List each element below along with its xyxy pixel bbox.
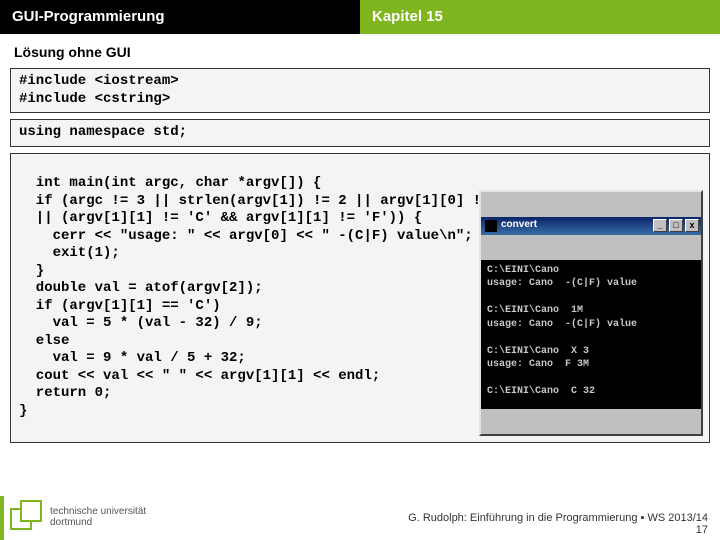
console-titlebar: convert _ □ x xyxy=(481,217,701,235)
code-block-using: using namespace std; xyxy=(10,119,710,147)
accent-bar xyxy=(0,496,4,540)
footer-credit: G. Rudolph: Einführung in die Programmie… xyxy=(408,512,708,524)
tu-logo-text: technische universität dortmund xyxy=(50,506,146,528)
console-title: convert xyxy=(501,219,537,232)
minimize-button[interactable]: _ xyxy=(653,219,667,232)
header-chapter: Kapitel 15 xyxy=(360,0,720,34)
maximize-button[interactable]: □ xyxy=(669,219,683,232)
university-logo: technische universität dortmund xyxy=(10,500,146,534)
header-topic: GUI-Programmierung xyxy=(0,0,360,34)
slide-footer: G. Rudolph: Einführung in die Programmie… xyxy=(408,512,708,536)
console-app-icon xyxy=(485,220,497,232)
slide-number: 17 xyxy=(408,524,708,536)
console-output: C:\EINI\Cano usage: Cano -(C|F) value C:… xyxy=(481,260,701,409)
code-block-main: int main(int argc, char *argv[]) { if (a… xyxy=(10,153,710,443)
console-window: convert _ □ x C:\EINI\Cano usage: Cano -… xyxy=(479,190,703,436)
code-text: int main(int argc, char *argv[]) { if (a… xyxy=(19,175,523,419)
slide-header: GUI-Programmierung Kapitel 15 xyxy=(0,0,720,34)
tu-logo-icon xyxy=(10,500,44,534)
close-button[interactable]: x xyxy=(685,219,699,232)
code-block-includes: #include <iostream> #include <cstring> xyxy=(10,68,710,113)
slide-subtitle: Lösung ohne GUI xyxy=(0,34,720,68)
